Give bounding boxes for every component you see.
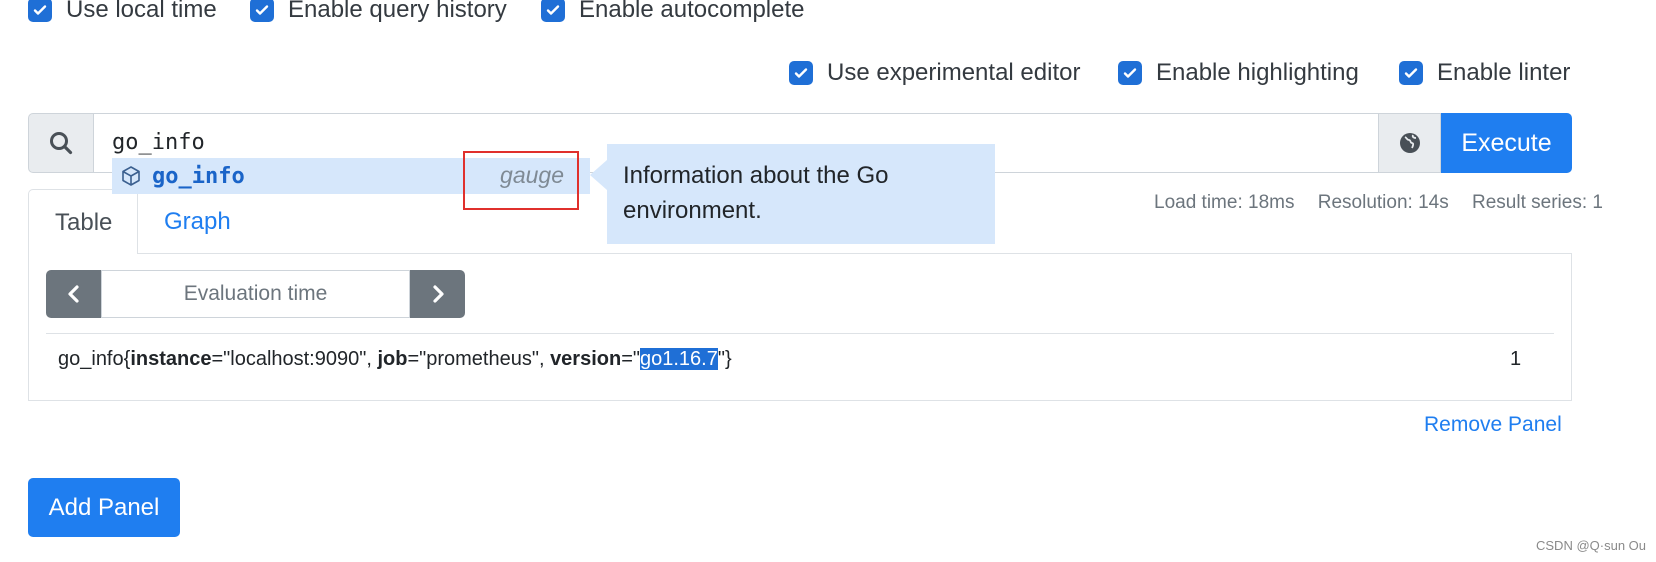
chevron-left-icon[interactable] — [46, 270, 101, 318]
tab-graph[interactable]: Graph — [164, 208, 231, 236]
option-label: Enable highlighting — [1156, 59, 1359, 86]
label-key: version — [550, 348, 622, 370]
checkbox-checked-icon[interactable] — [1118, 61, 1142, 85]
add-panel-button[interactable]: Add Panel — [28, 478, 180, 537]
evaluation-time-picker: Evaluation time — [46, 270, 465, 318]
autocomplete-option-label: go_info — [152, 163, 245, 189]
checkbox-checked-icon[interactable] — [789, 61, 813, 85]
autocomplete-info-tooltip: Information about the Go environment. — [607, 144, 995, 244]
label-key: instance — [130, 348, 212, 370]
checkbox-checked-icon[interactable] — [250, 0, 274, 22]
result-series: Result series: 1 — [1472, 192, 1603, 213]
option-label: Use experimental editor — [827, 59, 1081, 86]
option-label: Enable autocomplete — [579, 0, 805, 23]
option-label: Enable query history — [288, 0, 507, 23]
option-enable-autocomplete[interactable]: Enable autocomplete — [541, 0, 805, 24]
label-equals: =" — [621, 348, 640, 370]
query-stats: Load time: 18ms Resolution: 14s Result s… — [1154, 192, 1603, 214]
annotation-highlight-box — [463, 151, 579, 210]
metric-name: go_info — [58, 348, 124, 370]
label-key: job — [377, 348, 408, 370]
option-enable-highlighting[interactable]: Enable highlighting — [1118, 59, 1359, 87]
selected-text[interactable]: go1.16.7 — [640, 348, 718, 370]
option-label: Enable linter — [1437, 59, 1571, 86]
metrics-explorer-globe-icon[interactable] — [1378, 113, 1441, 173]
cube-icon — [119, 164, 143, 188]
brace-close: "} — [717, 348, 732, 370]
remove-panel-link[interactable]: Remove Panel — [1424, 413, 1562, 437]
evaluation-time-input[interactable]: Evaluation time — [101, 270, 410, 318]
option-label: Use local time — [66, 0, 217, 23]
resolution: Resolution: 14s — [1317, 192, 1449, 213]
label-value: ="prometheus", — [407, 348, 551, 370]
option-use-experimental-editor[interactable]: Use experimental editor — [789, 59, 1080, 87]
checkbox-checked-icon[interactable] — [541, 0, 565, 22]
chevron-right-icon[interactable] — [410, 270, 465, 318]
option-use-local-time[interactable]: Use local time — [28, 0, 217, 24]
result-value: 1 — [1510, 348, 1522, 370]
checkbox-checked-icon[interactable] — [28, 0, 52, 22]
option-enable-linter[interactable]: Enable linter — [1399, 59, 1570, 87]
execute-button[interactable]: Execute — [1441, 113, 1572, 173]
result-series-label: go_info{instance="localhost:9090", job="… — [58, 348, 732, 371]
checkbox-checked-icon[interactable] — [1399, 61, 1423, 85]
table-divider — [46, 333, 1554, 334]
option-enable-query-history[interactable]: Enable query history — [250, 0, 507, 24]
load-time: Load time: 18ms — [1154, 192, 1295, 213]
label-value: ="localhost:9090", — [211, 348, 378, 370]
tab-table[interactable]: Table — [28, 189, 138, 254]
search-icon — [28, 113, 94, 173]
watermark-text: CSDN @Q·sun Ou — [1536, 538, 1646, 553]
info-tooltip-arrow — [590, 160, 607, 190]
